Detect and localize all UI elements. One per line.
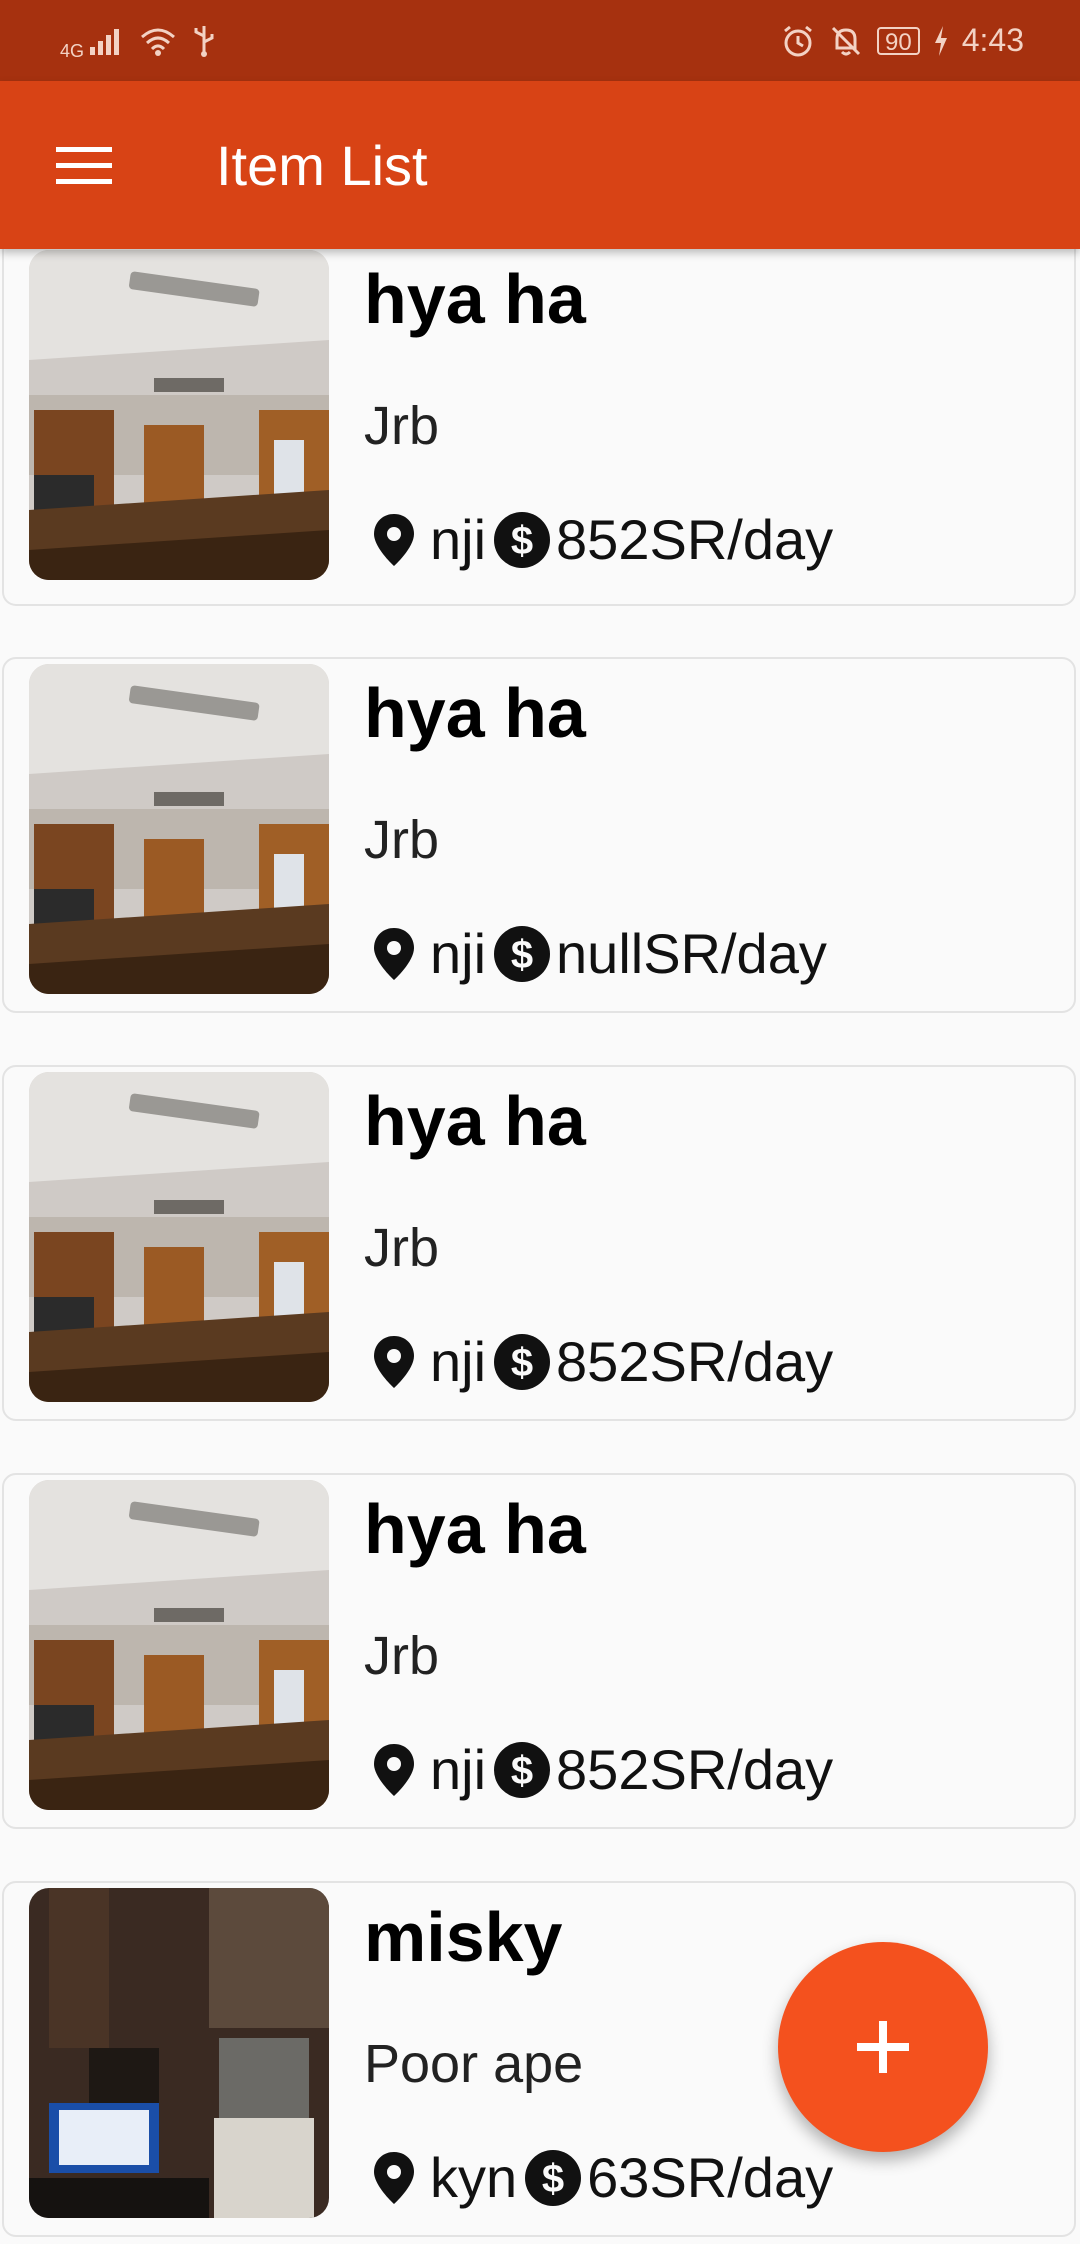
item-subtitle: Jrb — [364, 396, 440, 456]
item-image — [29, 250, 329, 580]
location-pin-icon — [364, 1332, 424, 1392]
list-item[interactable]: hya ha Jrb nji $852SR/day — [2, 1065, 1076, 1421]
svg-text:$: $ — [511, 1749, 533, 1793]
location-pin-icon — [364, 2148, 424, 2208]
usb-icon — [192, 24, 216, 58]
battery-icon: 90 — [877, 26, 920, 56]
status-left: 4G — [60, 19, 216, 62]
svg-text:$: $ — [511, 933, 533, 977]
item-meta: nji $852SR/day — [364, 1329, 833, 1394]
dollar-icon: $ — [492, 510, 552, 570]
item-location: kyn — [430, 2146, 518, 2209]
item-title: hya ha — [364, 674, 586, 752]
add-icon — [857, 2021, 909, 2073]
signal-icon — [88, 25, 124, 57]
dollar-icon: $ — [492, 924, 552, 984]
item-subtitle: Jrb — [364, 810, 440, 870]
item-subtitle: Jrb — [364, 1218, 440, 1278]
svg-text:$: $ — [511, 1341, 533, 1385]
location-pin-icon — [364, 924, 424, 984]
list-item[interactable]: hya ha Jrb nji $852SR/day — [2, 245, 1076, 606]
alarm-icon — [781, 24, 815, 58]
dollar-icon: $ — [492, 1740, 552, 1800]
menu-button[interactable] — [42, 123, 126, 207]
item-location: nji — [430, 1330, 487, 1393]
item-location: nji — [430, 1738, 487, 1801]
item-subtitle: Jrb — [364, 1626, 440, 1686]
item-meta: nji $ nullSR/day — [364, 921, 827, 986]
item-price: 852SR/day — [556, 1738, 834, 1801]
location-pin-icon — [364, 510, 424, 570]
item-image — [29, 1888, 329, 2218]
svg-text:$: $ — [542, 2157, 564, 2201]
item-price: 63SR/day — [587, 2146, 834, 2209]
list-item[interactable]: hya ha Jrb nji $852SR/day — [2, 1473, 1076, 1829]
dollar-icon: $ — [492, 1332, 552, 1392]
item-title: hya ha — [364, 1490, 586, 1568]
svg-text:$: $ — [511, 519, 533, 563]
wifi-icon — [138, 25, 178, 57]
add-item-button[interactable] — [778, 1942, 988, 2152]
item-meta: nji $852SR/day — [364, 507, 833, 572]
menu-icon — [56, 147, 112, 184]
item-location: nji — [430, 922, 487, 985]
dollar-icon: $ — [523, 2148, 583, 2208]
clock: 4:43 — [961, 22, 1024, 58]
mute-icon — [829, 24, 863, 58]
item-meta: kyn $63SR/day — [364, 2145, 833, 2210]
item-meta: nji $852SR/day — [364, 1737, 833, 1802]
item-title: hya ha — [364, 260, 586, 338]
item-price: 852SR/day — [556, 508, 834, 571]
item-title: misky — [364, 1898, 563, 1976]
item-location: nji — [430, 508, 487, 571]
item-image — [29, 1480, 329, 1810]
network-type: 4G — [60, 41, 85, 61]
item-price: 852SR/day — [556, 1330, 834, 1393]
list-item[interactable]: hya ha Jrb nji $ nullSR/day — [2, 657, 1076, 1013]
item-price: nullSR/day — [556, 922, 827, 985]
charging-icon — [934, 25, 948, 56]
status-right: 90 4:43 — [781, 22, 1024, 59]
location-pin-icon — [364, 1740, 424, 1800]
item-image — [29, 664, 329, 994]
page-title: Item List — [216, 133, 428, 197]
app-bar: Item List — [0, 81, 1080, 249]
item-image — [29, 1072, 329, 1402]
item-title: hya ha — [364, 1082, 586, 1160]
status-bar: 4G 90 4:43 — [0, 0, 1080, 81]
item-subtitle: Poor ape — [364, 2034, 584, 2094]
